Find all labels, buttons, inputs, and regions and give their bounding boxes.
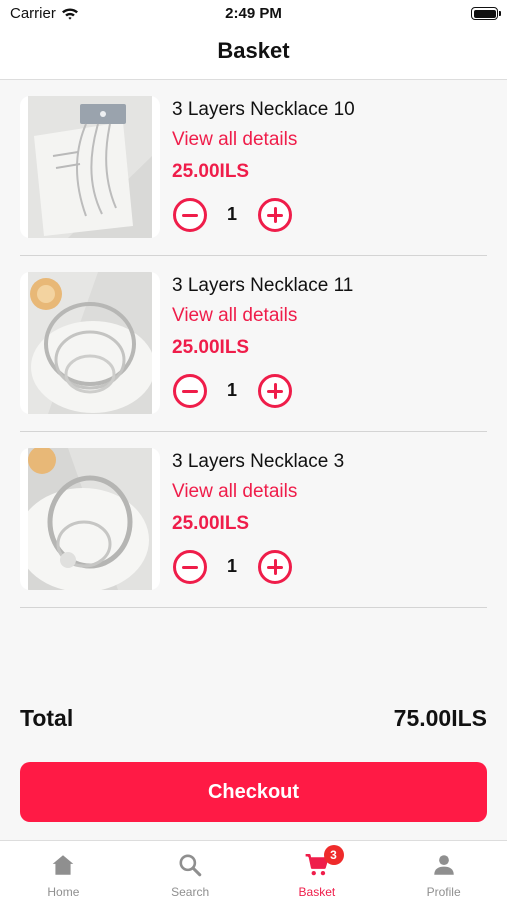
cart-count-badge: 3 [323, 845, 344, 865]
total-value: 75.00ILS [393, 705, 487, 731]
product-price: 25.00ILS [172, 513, 250, 534]
necklace-photo [28, 272, 152, 414]
increase-quantity-button[interactable] [258, 198, 292, 232]
product-price: 25.00ILS [172, 337, 250, 358]
tab-search[interactable]: Search [127, 841, 254, 900]
decrease-quantity-button[interactable] [173, 374, 207, 408]
decrease-quantity-button[interactable] [173, 550, 207, 584]
page-title: Basket [217, 38, 290, 63]
basket-list: 3 Layers Necklace 10 View all details 25… [20, 80, 487, 608]
increase-quantity-button[interactable] [258, 550, 292, 584]
tab-home[interactable]: Home [0, 841, 127, 900]
quantity-value: 1 [226, 204, 237, 224]
necklace-photo [28, 96, 152, 238]
view-details-link[interactable]: View all details [172, 129, 297, 151]
quantity-value: 1 [226, 380, 237, 400]
product-price: 25.00ILS [172, 161, 250, 182]
battery-icon [471, 7, 501, 20]
view-details-link[interactable]: View all details [172, 481, 297, 503]
view-details-link[interactable]: View all details [172, 305, 297, 327]
tab-label: Basket [298, 885, 336, 899]
increase-quantity-button[interactable] [258, 374, 292, 408]
product-image[interactable] [20, 96, 160, 238]
clock: 2:49 PM [225, 5, 282, 22]
status-bar: Carrier 2:49 PM [0, 0, 507, 28]
product-name: 3 Layers Necklace 10 [172, 99, 355, 120]
tab-profile[interactable]: Profile [380, 841, 507, 900]
basket-item: 3 Layers Necklace 3 View all details 25.… [20, 432, 487, 608]
checkout-button[interactable]: Checkout [20, 762, 487, 822]
tab-basket[interactable]: 3 Basket [254, 841, 381, 900]
decrease-quantity-button[interactable] [173, 198, 207, 232]
tab-label: Profile [426, 885, 461, 899]
basket-item: 3 Layers Necklace 10 View all details 25… [20, 80, 487, 256]
necklace-photo [28, 448, 152, 590]
tab-label: Search [171, 885, 210, 899]
home-icon [53, 855, 74, 875]
product-name: 3 Layers Necklace 3 [172, 451, 345, 472]
total-label: Total [20, 705, 74, 731]
person-icon [433, 855, 454, 875]
product-image[interactable] [20, 448, 160, 590]
tab-bar: Home Search 3 Basket Profile [0, 840, 507, 900]
product-name: 3 Layers Necklace 11 [172, 275, 354, 296]
nav-header: Basket [0, 28, 507, 80]
quantity-value: 1 [226, 556, 237, 576]
tab-label: Home [47, 885, 80, 899]
basket-item: 3 Layers Necklace 11 View all details 25… [20, 256, 487, 432]
search-icon [179, 854, 202, 877]
product-image[interactable] [20, 272, 160, 414]
